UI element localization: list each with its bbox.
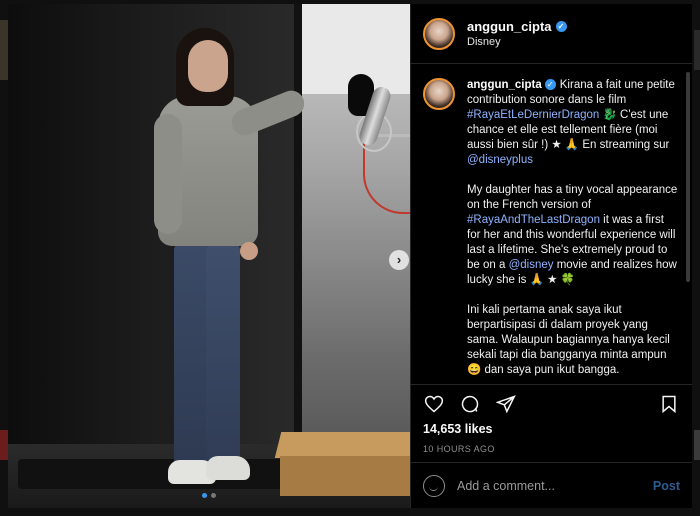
verified-badge-icon: ✓ [544, 79, 556, 91]
caption-tag-link[interactable]: @disney [509, 259, 554, 271]
caption-tag-link[interactable]: @disneyplus [467, 154, 533, 166]
photo-rug [18, 459, 298, 489]
paper-plane-icon[interactable] [495, 393, 517, 415]
avatar[interactable] [423, 78, 455, 110]
comment-input[interactable] [457, 478, 641, 493]
action-bar [411, 384, 692, 422]
comment-icon[interactable] [459, 393, 481, 415]
background-feed-thumbnail [0, 430, 8, 460]
background-feed-thumbnail [694, 430, 700, 460]
bookmark-icon[interactable] [658, 393, 680, 415]
background-feed-thumbnail [0, 20, 8, 80]
caption-tag-link[interactable]: #RayaEtLeDernierDragon [467, 109, 599, 121]
comments-scroll-area[interactable]: anggun_cipta ✓ Kirana a fait une petite co… [411, 64, 692, 384]
background-feed-thumbnail [694, 30, 700, 70]
avatar[interactable] [423, 17, 455, 50]
caption-username-link[interactable]: anggun_cipta [467, 79, 542, 91]
photo-person-shoe [206, 456, 250, 480]
photo-wooden-box [274, 432, 410, 458]
location-link[interactable]: Disney [467, 36, 567, 48]
caption-paragraph: My daughter has a tiny vocal appearance … [467, 183, 680, 288]
post-modal: › anggun_cipta ✓ Disney anggun_cipta ✓ Kir… [8, 4, 692, 508]
photo-person-hand [240, 242, 258, 260]
photo-person-face [188, 40, 228, 92]
caption: anggun_cipta ✓ Kirana a fait une petite co… [423, 78, 680, 384]
caption-text-segment: My daughter has a tiny vocal appearance … [467, 184, 678, 211]
post-media[interactable]: › [8, 4, 410, 508]
verified-badge-icon: ✓ [555, 21, 567, 32]
post-header-meta: anggun_cipta ✓ Disney [467, 19, 567, 48]
carousel-dot [211, 493, 216, 498]
photo-person-leg [174, 244, 208, 466]
caption-paragraph: anggun_cipta ✓ Kirana a fait une petite co… [467, 78, 680, 168]
photo-wooden-box [280, 456, 410, 496]
photo-person-arm [154, 114, 182, 234]
username-link[interactable]: anggun_cipta [467, 19, 552, 34]
carousel-indicator [8, 493, 410, 498]
carousel-dot-active [202, 493, 207, 498]
caption-text-segment: Ini kali pertama anak saya ikut berparti… [467, 304, 670, 376]
caption-tag-link[interactable]: #RayaAndTheLastDragon [467, 214, 600, 226]
heart-icon[interactable] [423, 393, 445, 415]
scrollbar[interactable] [686, 72, 690, 282]
emoji-icon[interactable] [423, 474, 445, 497]
chevron-right-icon[interactable]: › [389, 250, 409, 270]
comment-bar: Post [411, 462, 692, 508]
post-comment-button[interactable]: Post [653, 479, 680, 493]
caption-text: anggun_cipta ✓ Kirana a fait une petite co… [467, 78, 680, 384]
likes-count[interactable]: 14,653 likes [411, 422, 692, 440]
post-timestamp[interactable]: 10 HOURS AGO [411, 440, 692, 462]
post-info-panel: anggun_cipta ✓ Disney anggun_cipta ✓ Kiran… [410, 4, 692, 508]
post-header-user: anggun_cipta ✓ [467, 19, 567, 34]
caption-paragraph: Ini kali pertama anak saya ikut berparti… [467, 303, 680, 378]
photo-person-leg [206, 244, 240, 466]
post-header: anggun_cipta ✓ Disney [411, 4, 692, 64]
